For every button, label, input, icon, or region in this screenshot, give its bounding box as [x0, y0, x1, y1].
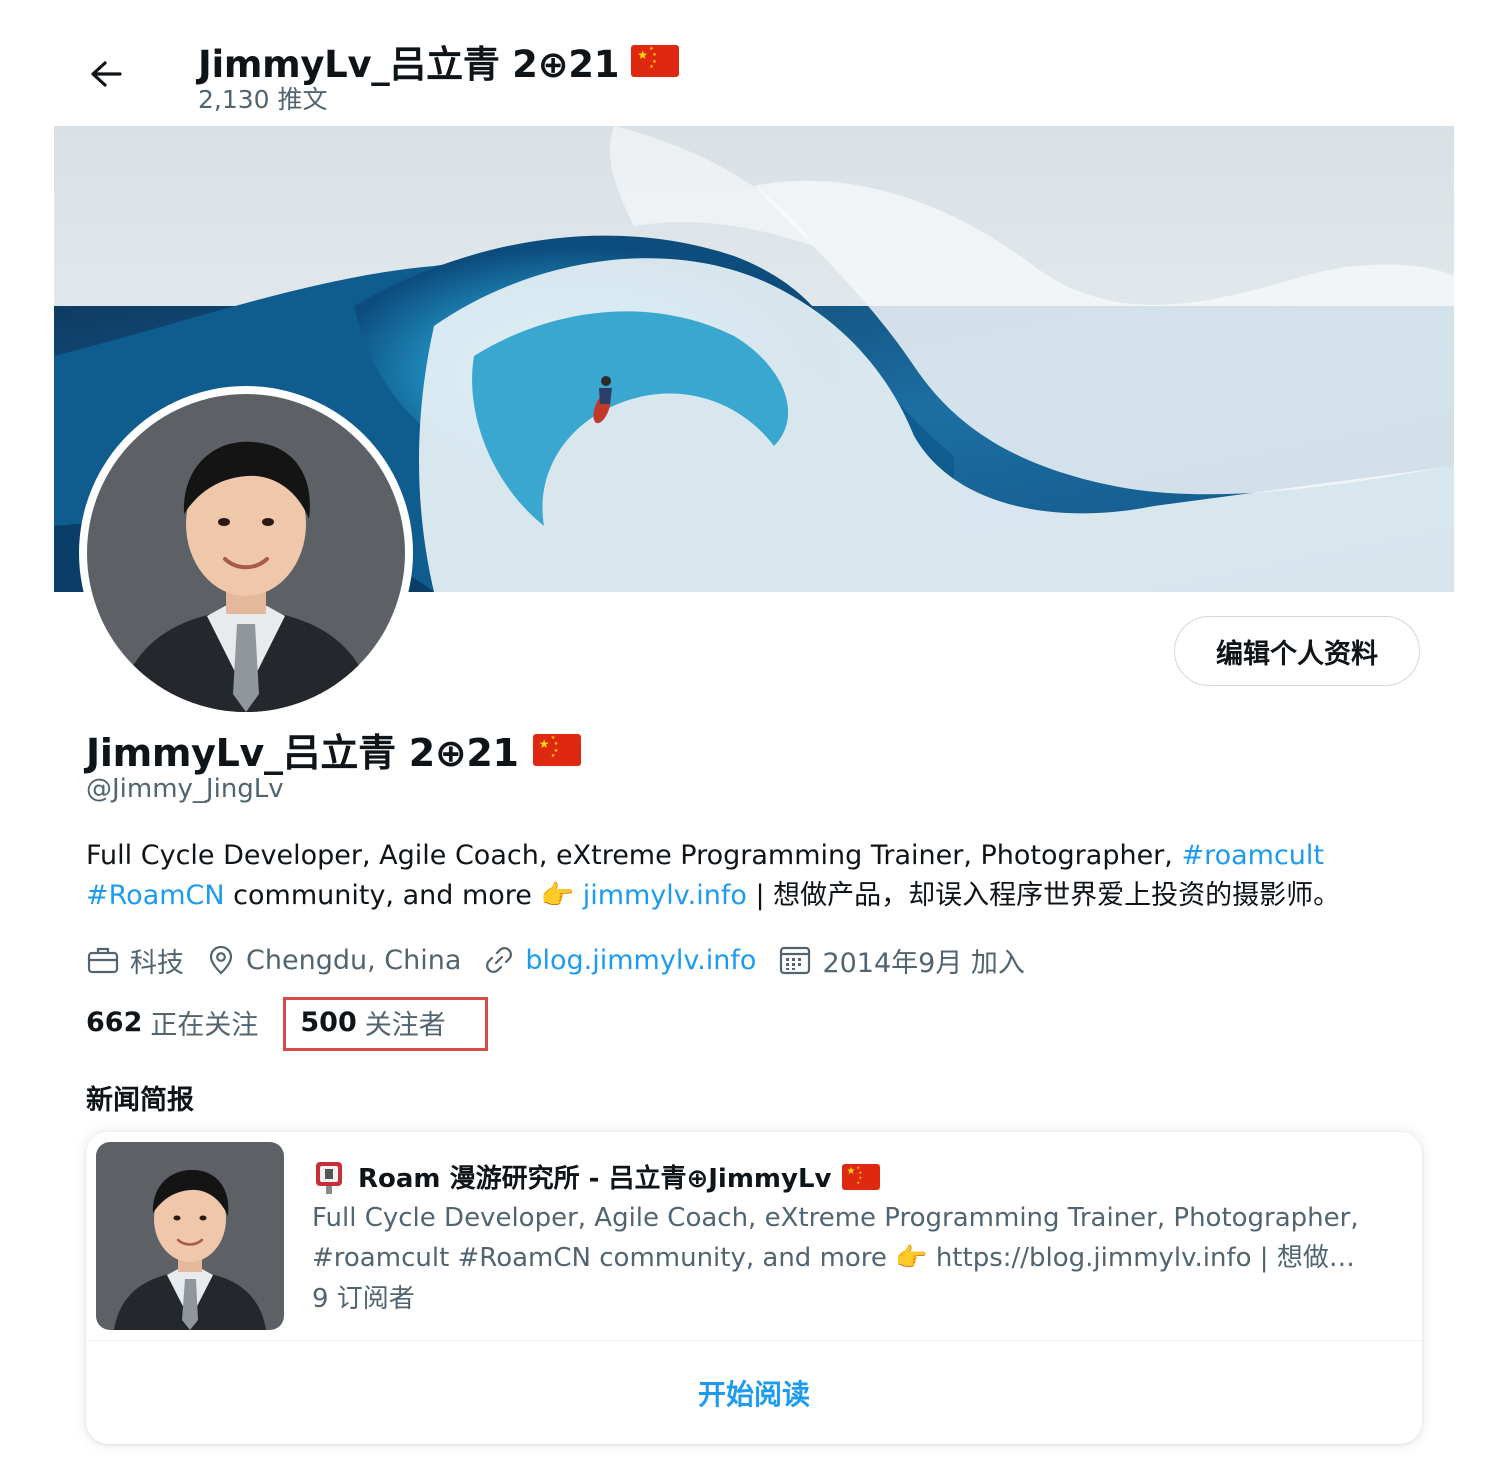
profile-bio: Full Cycle Developer, Agile Coach, eXtre… [86, 836, 1426, 916]
postbox-icon [316, 1161, 342, 1194]
cn-flag-icon: ★ ★ ★ ★ ★ [532, 733, 581, 766]
hashtag-roamcn-link[interactable]: #RoamCN [86, 880, 225, 911]
display-name-text: JimmyLv_吕立青 2⊕21 [86, 731, 519, 775]
newsletter-heading: 新闻简报 [86, 1085, 194, 1116]
following-label: 正在关注 [150, 1010, 259, 1041]
link-icon [486, 947, 513, 973]
edit-profile-button[interactable]: 编辑个人资料 [1174, 616, 1420, 686]
cn-flag-icon: ★ ★ ★ ★ ★ [631, 45, 680, 77]
cn-flag-icon: ★ ★ ★ ★ ★ [841, 1163, 880, 1190]
profile-meta: 科技 Chengdu, China blog.jimmylv.info 2014… [86, 940, 1047, 980]
meta-website-link[interactable]: blog.jimmylv.info [525, 945, 756, 976]
bio-text: | 想做产品，却误入程序世界爱上投资的摄影师。 [746, 880, 1341, 911]
newsletter-card[interactable]: Roam 漫游研究所 - 吕立青⊕JimmyLv ★ ★ ★ ★ ★ Full … [86, 1132, 1422, 1444]
newsletter-desc-line: #roamcult #RoamCN community, and more 👉 … [312, 1243, 1355, 1273]
meta-location-text: Chengdu, China [246, 944, 462, 976]
following-count: 662 [86, 1007, 143, 1038]
newsletter-avatar-image [96, 1142, 284, 1330]
display-name: JimmyLv_吕立青 2⊕21 ★ ★ ★ ★ ★ [86, 722, 581, 777]
meta-joined: 2014年9月 加入 [778, 941, 1025, 980]
hashtag-roamcult-link[interactable]: #roamcult [1181, 840, 1324, 871]
meta-category-text: 科技 [130, 947, 184, 979]
avatar-image [87, 394, 405, 712]
back-button[interactable] [78, 50, 134, 98]
profile-avatar[interactable] [79, 386, 413, 720]
calendar-icon [780, 946, 811, 975]
meta-location: Chengdu, China [206, 944, 461, 976]
meta-joined-text: 2014年9月 加入 [822, 947, 1025, 979]
newsletter-title: Roam 漫游研究所 - 吕立青⊕JimmyLv ★ ★ ★ ★ ★ [312, 1158, 880, 1195]
meta-website[interactable]: blog.jimmylv.info [483, 944, 756, 976]
newsletter-subscribers: 9 订阅者 [312, 1284, 415, 1314]
bio-text: community, and more 👉 [224, 880, 583, 911]
bio-text: Full Cycle Developer, Agile Coach, eXtre… [86, 840, 1182, 871]
newsletter-desc-line: Full Cycle Developer, Agile Coach, eXtre… [312, 1203, 1359, 1233]
briefcase-icon [87, 947, 119, 974]
start-reading-button[interactable]: 开始阅读 [86, 1341, 1422, 1444]
arrow-left-icon [91, 61, 122, 87]
following-link[interactable]: 662 正在关注 [86, 1003, 258, 1042]
bio-website-link[interactable]: jimmylv.info [583, 880, 747, 911]
tweet-count: 2,130 推文 [198, 85, 328, 114]
meta-category: 科技 [86, 941, 184, 980]
followers-highlight-box [283, 997, 488, 1051]
newsletter-description: Full Cycle Developer, Agile Coach, eXtre… [312, 1198, 1392, 1278]
location-pin-icon [209, 945, 233, 975]
newsletter-thumbnail [96, 1142, 284, 1330]
user-handle: @Jimmy_JingLv [86, 774, 284, 804]
newsletter-title-text: Roam 漫游研究所 - 吕立青⊕JimmyLv [358, 1164, 832, 1194]
